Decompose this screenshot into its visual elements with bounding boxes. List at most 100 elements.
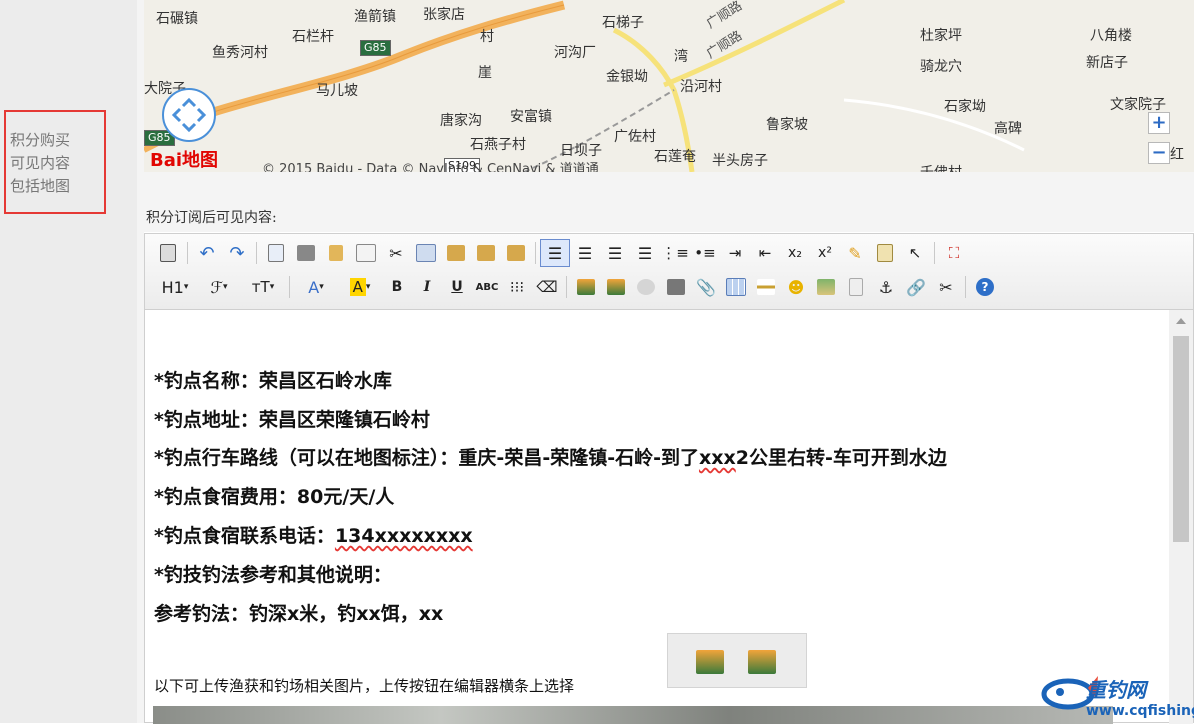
strikethrough-icon: ABC <box>475 281 499 293</box>
content-line: *钓点食宿费用：80元/天/人 <box>154 486 395 508</box>
grid-dots-icon: ⁝⁝⁝ <box>509 278 525 296</box>
justify-button[interactable]: ☰ <box>630 239 660 267</box>
fullscreen-button[interactable]: ⛶ <box>939 239 969 267</box>
cursor-button[interactable]: ↖ <box>900 239 930 267</box>
font-size-dropdown[interactable]: тT ▾ <box>241 273 285 301</box>
unlink-button[interactable]: ✂ <box>931 273 961 301</box>
map-label: 石燕子村 <box>470 137 526 153</box>
map-label: 八角楼 <box>1090 28 1132 44</box>
unordered-list-button[interactable]: •≡ <box>690 239 720 267</box>
map-label: 石莲奄 <box>654 149 696 165</box>
content-line: *钓点地址：荣昌区荣隆镇石岭村 <box>154 409 430 431</box>
undo-button[interactable]: ↶ <box>192 239 222 267</box>
pagebreak-icon <box>849 278 863 296</box>
superscript-button[interactable]: x² <box>810 239 840 267</box>
paste-word-icon <box>507 245 525 261</box>
scroll-up-icon[interactable] <box>1176 318 1186 324</box>
flash-button[interactable] <box>631 273 661 301</box>
preview-button[interactable] <box>261 239 291 267</box>
select-all-button[interactable] <box>870 239 900 267</box>
toolbar-separator <box>256 242 257 264</box>
map-label: 唐家沟 <box>440 113 482 129</box>
map-label: 石家坳 <box>944 99 986 115</box>
hr-button[interactable] <box>751 273 781 301</box>
spellcheck-text: xxx <box>698 447 736 469</box>
video-icon <box>667 279 685 295</box>
link-button[interactable]: 🔗 <box>901 273 931 301</box>
pagebreak-button[interactable] <box>841 273 871 301</box>
bold-button[interactable]: B <box>382 273 412 301</box>
uploaded-photo <box>153 706 1113 724</box>
paste-button[interactable] <box>441 239 471 267</box>
note-line: 可见内容 <box>10 154 71 172</box>
code-button[interactable] <box>351 239 381 267</box>
clear-format-button[interactable]: ✎ <box>840 239 870 267</box>
map-label: 崖 <box>478 65 492 81</box>
paste-text-button[interactable] <box>471 239 501 267</box>
map-label: 骑龙穴 <box>920 59 962 75</box>
undo-icon: ↶ <box>199 242 215 264</box>
editor-content[interactable]: *钓点名称：荣昌区石岭水库 *钓点地址：荣昌区荣隆镇石岭村 *钓点行车路线（可以… <box>145 310 1169 724</box>
map-copyright: © 2015 Baidu - Data © NavInfo & CenNavi … <box>262 162 599 172</box>
align-center-button[interactable]: ☰ <box>570 239 600 267</box>
watermark-name: 重钓网 <box>1086 678 1146 702</box>
copy-button[interactable] <box>411 239 441 267</box>
content-text: *钓点食宿联系电话： <box>154 525 335 547</box>
cut-button[interactable]: ✂ <box>381 239 411 267</box>
map-label: 安富镇 <box>510 109 552 125</box>
subscript-button[interactable]: x₂ <box>780 239 810 267</box>
left-column: 积分购买 可见内容 包括地图 <box>0 0 137 723</box>
underline-button[interactable]: U <box>442 273 472 301</box>
chevron-down-icon: ▾ <box>183 282 189 292</box>
indent-button[interactable]: ⇥ <box>720 239 750 267</box>
fullscreen-icon: ⛶ <box>948 244 960 262</box>
format-match-button[interactable]: ⁝⁝⁝ <box>502 273 532 301</box>
scroll-thumb[interactable] <box>1173 336 1189 542</box>
map-pan-control[interactable] <box>162 88 216 142</box>
multi-image-button[interactable] <box>601 273 631 301</box>
font-color-button[interactable]: A ▾ <box>294 273 338 301</box>
table-button[interactable] <box>721 273 751 301</box>
template-button[interactable] <box>321 239 351 267</box>
map-button[interactable] <box>811 273 841 301</box>
map-label: 半头房子 <box>712 153 768 169</box>
emoji-button[interactable]: ☻ <box>781 273 811 301</box>
map-label: 文家院子 <box>1110 97 1166 113</box>
map-label: 杜家坪 <box>920 28 962 44</box>
highway-shield: G85 <box>360 40 391 56</box>
insert-image-button[interactable] <box>571 273 601 301</box>
baidu-map[interactable]: 石碾镇 渔箭镇 张家店 石梯子 杜家坪 八角楼 鱼秀河村 石栏杆 村 河沟厂 湾… <box>144 0 1194 172</box>
anchor-button[interactable]: ⚓ <box>871 273 901 301</box>
pan-arrows-icon <box>171 97 207 133</box>
attachment-button[interactable]: 📎 <box>691 273 721 301</box>
toolbar-separator <box>566 276 567 298</box>
print-button[interactable] <box>291 239 321 267</box>
zoom-out-button[interactable]: − <box>1148 142 1170 164</box>
unordered-list-icon: •≡ <box>694 244 716 262</box>
source-icon <box>160 244 176 262</box>
rich-text-editor[interactable]: ↶ ↷ ✂ ☰ ☰ ☰ ☰ ⋮≡ •≡ ⇥ ⇤ x₂ x² ✎ ↖ ⛶ H1 ▾… <box>144 233 1194 724</box>
source-code-button[interactable] <box>153 239 183 267</box>
help-button[interactable]: ? <box>970 273 1000 301</box>
video-button[interactable] <box>661 273 691 301</box>
map-editor-gap <box>144 172 1194 232</box>
outdent-button[interactable]: ⇤ <box>750 239 780 267</box>
zoom-in-button[interactable]: + <box>1148 112 1170 134</box>
paste-word-button[interactable] <box>501 239 531 267</box>
link-icon: 🔗 <box>906 277 926 297</box>
map-label: 石碾镇 <box>156 11 198 27</box>
bg-color-button[interactable]: A ▾ <box>338 273 382 301</box>
code-icon <box>356 244 376 262</box>
ordered-list-button[interactable]: ⋮≡ <box>660 239 690 267</box>
italic-button[interactable]: I <box>412 273 442 301</box>
eraser-button[interactable]: ⌫ <box>532 273 562 301</box>
align-right-button[interactable]: ☰ <box>600 239 630 267</box>
align-left-button[interactable]: ☰ <box>540 239 570 267</box>
editor-scrollbar[interactable] <box>1169 310 1193 724</box>
strikethrough-button[interactable]: ABC <box>472 273 502 301</box>
ordered-list-icon: ⋮≡ <box>661 244 689 262</box>
preview-icon <box>268 244 284 262</box>
heading-dropdown[interactable]: H1 ▾ <box>153 273 197 301</box>
redo-button[interactable]: ↷ <box>222 239 252 267</box>
font-family-dropdown[interactable]: ℱ ▾ <box>197 273 241 301</box>
